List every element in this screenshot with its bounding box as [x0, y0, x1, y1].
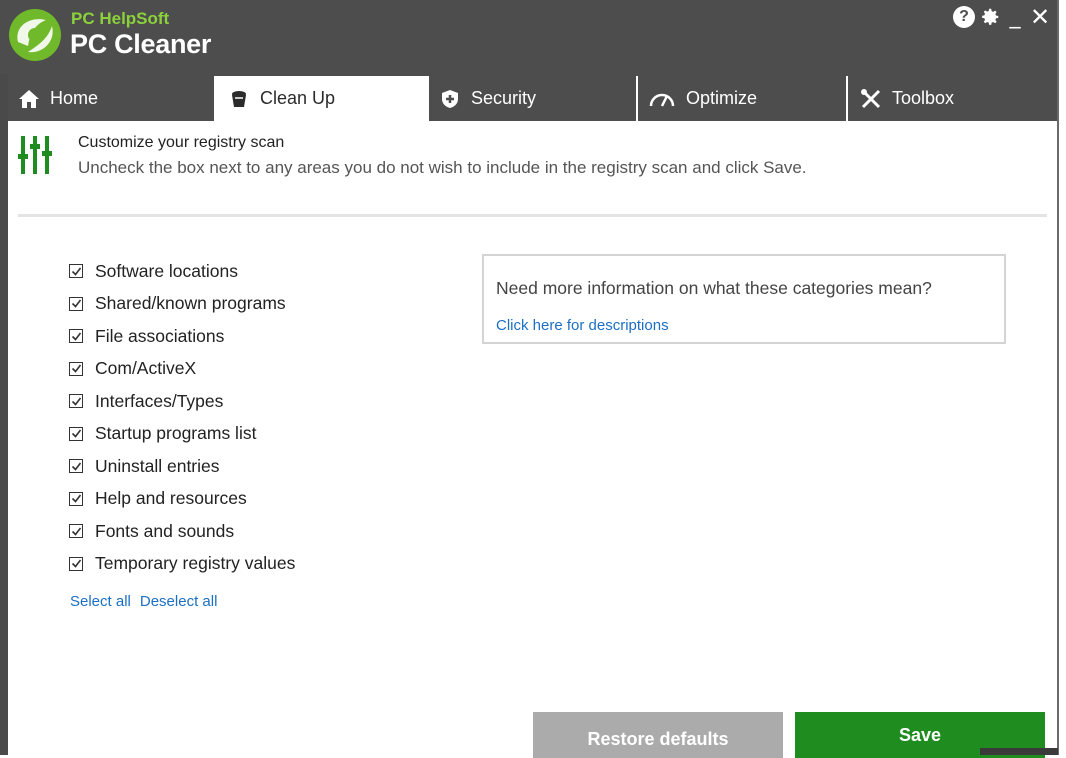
select-all-link[interactable]: Select all [70, 593, 131, 610]
close-icon[interactable]: ✕ [1029, 5, 1051, 29]
shield-icon [439, 88, 461, 110]
checkbox[interactable] [69, 264, 83, 279]
sliders-icon [18, 136, 52, 174]
restore-defaults-button[interactable]: Restore defaults [533, 712, 783, 758]
checkbox[interactable] [69, 491, 83, 506]
checklist-item[interactable]: Startup programs list [69, 418, 295, 451]
checkbox[interactable] [69, 394, 83, 409]
checkbox[interactable] [69, 361, 83, 376]
checkbox-label: Com/ActiveX [95, 358, 197, 379]
tab-label: Home [50, 88, 99, 108]
background-window-fragment [980, 748, 1058, 755]
info-box: Need more information on what these cate… [482, 254, 1006, 344]
checklist-item[interactable]: Software locations [69, 255, 295, 288]
checkbox[interactable] [69, 459, 83, 474]
page-title: Customize your registry scan [78, 134, 285, 151]
checkbox[interactable] [69, 296, 83, 311]
tab-label: Clean Up [260, 88, 336, 108]
tab-clean-up[interactable]: Clean Up [216, 76, 427, 121]
checkbox-label: Software locations [95, 260, 238, 281]
descriptions-link[interactable]: Click here for descriptions [496, 317, 669, 334]
tab-label: Optimize [686, 88, 758, 108]
checkbox-label: Fonts and sounds [95, 520, 235, 541]
help-icon[interactable]: ? [953, 6, 975, 28]
checklist-item[interactable]: Help and resources [69, 483, 295, 516]
gear-icon[interactable] [979, 6, 1001, 28]
frame-edge [1057, 0, 1059, 755]
gauge-icon [648, 88, 676, 110]
checkbox-label: Uninstall entries [95, 455, 220, 476]
checklist-item[interactable]: Interfaces/Types [69, 385, 295, 418]
checkbox[interactable] [69, 524, 83, 539]
checkbox-label: Shared/known programs [95, 293, 286, 314]
checkbox-label: Interfaces/Types [95, 390, 224, 411]
tab-security[interactable]: Security [429, 76, 636, 121]
broom-icon [228, 88, 250, 110]
window-frame-right [1057, 0, 1066, 755]
registry-area-checklist: Software locations Shared/known programs… [69, 255, 295, 580]
checklist-item[interactable]: Fonts and sounds [69, 515, 295, 548]
minimize-icon[interactable]: _ [1005, 5, 1025, 29]
home-icon [18, 88, 40, 110]
app-logo-icon [9, 9, 61, 61]
checklist-item[interactable]: Com/ActiveX [69, 353, 295, 386]
tab-label: Security [471, 88, 537, 108]
page-subtitle: Uncheck the box next to any areas you do… [78, 158, 807, 177]
checklist-item[interactable]: File associations [69, 320, 295, 353]
tools-icon [860, 88, 882, 110]
deselect-all-link[interactable]: Deselect all [140, 593, 218, 610]
tab-toolbox[interactable]: Toolbox [848, 76, 1057, 121]
checkbox-label: Help and resources [95, 488, 247, 509]
checkbox-label: Startup programs list [95, 423, 257, 444]
checkbox-label: File associations [95, 325, 225, 346]
checklist-item[interactable]: Shared/known programs [69, 288, 295, 321]
main-content: Customize your registry scan Uncheck the… [8, 121, 1057, 758]
tab-home[interactable]: Home [8, 76, 214, 121]
selection-links: Select all Deselect all [70, 593, 226, 610]
checkbox[interactable] [69, 556, 83, 571]
brand-product-name: PC Cleaner [70, 29, 212, 59]
checkbox-label: Temporary registry values [95, 553, 296, 574]
tab-optimize[interactable]: Optimize [638, 76, 846, 121]
checklist-item[interactable]: Temporary registry values [69, 548, 295, 581]
tab-label: Toolbox [892, 88, 955, 108]
brand-company-name: PC HelpSoft [71, 9, 170, 28]
checkbox[interactable] [69, 426, 83, 441]
tab-bar: Home Clean Up Security Optimize Toolbox [8, 74, 1057, 121]
header-divider [18, 214, 1047, 217]
window-controls: ? _ ✕ [953, 3, 1051, 31]
checklist-item[interactable]: Uninstall entries [69, 450, 295, 483]
checkbox[interactable] [69, 329, 83, 344]
window-frame-left [0, 0, 8, 755]
info-question: Need more information on what these cate… [496, 278, 932, 298]
title-bar: PC HelpSoft PC Cleaner ? _ ✕ [0, 0, 1058, 74]
